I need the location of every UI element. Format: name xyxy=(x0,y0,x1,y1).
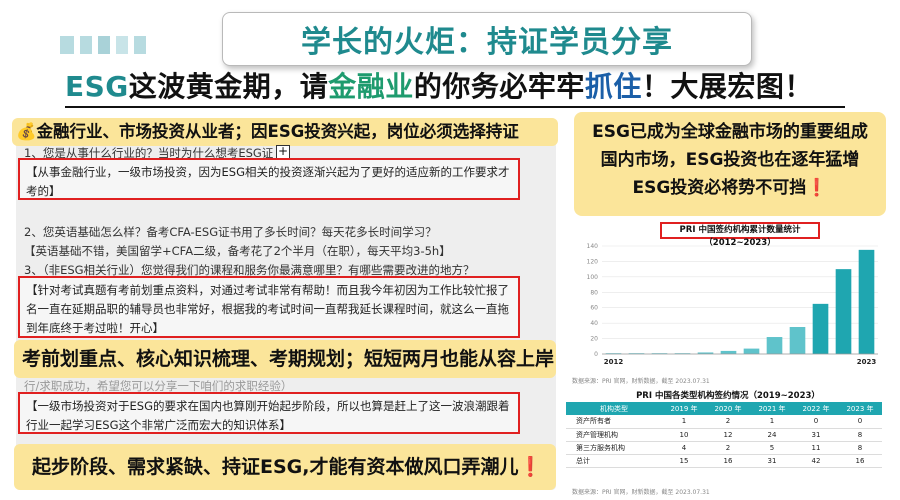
headline-part5: 抓住 xyxy=(584,70,642,103)
y-tick-label: 20 xyxy=(590,336,598,343)
x-tick-label: 2012 xyxy=(604,358,624,366)
info-line-2: 国内市场，ESG投资也在逐年猛增 xyxy=(600,150,860,170)
y-tick-label: 120 xyxy=(587,258,599,265)
table-row: 资产所有者 1 2 1 0 0 xyxy=(566,415,882,429)
table-cell: 资产管理机构 xyxy=(566,428,662,442)
table-row: 第三方服务机构 4 2 5 11 8 xyxy=(566,441,882,455)
table-header-cell: 2022 年 xyxy=(793,402,838,415)
table-cell: 1 xyxy=(749,415,794,429)
y-tick-label: 40 xyxy=(590,320,598,327)
table-cell: 4 xyxy=(661,441,706,455)
headline-part4: 的你务必牢牢 xyxy=(413,70,585,103)
page-title: 学长的火炬：持证学员分享 xyxy=(222,12,752,66)
table-cell: 31 xyxy=(793,428,838,442)
answer-4-highlight: 【一级市场投资对于ESG的要求在国内也算刚开始起步阶段，所以也算是赶上了这一波浪… xyxy=(18,392,520,434)
y-tick-label: 100 xyxy=(587,274,599,281)
decorative-bars xyxy=(60,36,146,54)
table-cell: 0 xyxy=(793,415,838,429)
headline-part1: ESG xyxy=(65,70,129,103)
table-cell: 11 xyxy=(793,441,838,455)
y-tick-label: 60 xyxy=(590,305,598,312)
table-cell: 8 xyxy=(837,428,882,442)
answer-2: 【英语基础不错，美国留学+CFA二级，备考花了2个半月（在职），每天平均3-5h… xyxy=(24,244,451,258)
table-cell: 2 xyxy=(705,441,750,455)
headline-part3: 金融业 xyxy=(328,70,414,103)
table-source: 数据来源：PRI 官网，财新数据，截至 2023.07.31 xyxy=(572,489,710,496)
answer-3-highlight: 【针对考试真题有考前划重点资料，对通过考试非常有帮助！而且我今年初因为工作比较忙… xyxy=(18,276,520,338)
answer-1-highlight: 【从事金融行业，一级市场投资，因为ESG相关的投资逐渐兴起为了更好的适应新的工作… xyxy=(18,158,520,200)
table-cell: 8 xyxy=(837,441,882,455)
table-cell: 2 xyxy=(705,415,750,429)
table-header-cell: 2019 年 xyxy=(661,402,706,415)
x-tick-label: 2023 xyxy=(857,358,877,366)
y-tick-label: 0 xyxy=(594,351,598,358)
chart-bar xyxy=(720,350,737,354)
table-title: PRI 中国各类型机构签约情况（2019~2023） xyxy=(636,391,820,401)
headline-part2: 这波黄金期，请 xyxy=(128,70,329,103)
table-cell: 16 xyxy=(705,454,750,468)
chart-source: 数据来源：PRI 官网，财新数据，截至 2023.07.31 xyxy=(572,378,710,385)
table-cell: 0 xyxy=(837,415,882,429)
table-header-row: 机构类型 2019 年 2020 年 2021 年 2022 年 2023 年 xyxy=(566,402,882,415)
banner-finance-industry: 💰金融行业、市场投资从业者；因ESG投资兴起，岗位必须选择持证 xyxy=(12,118,558,146)
chart-title: PRI 中国签约机构累计数量统计（2012~2023） xyxy=(660,222,820,248)
table-cell: 总计 xyxy=(566,454,662,468)
esg-info-box: ESG已成为全球金融市场的重要组成 国内市场，ESG投资也在逐年猛增 ESG投资… xyxy=(574,112,886,216)
table-header-cell: 机构类型 xyxy=(566,402,662,415)
chart-bar xyxy=(858,249,875,354)
plus-icon: + xyxy=(276,144,290,159)
chart-bar xyxy=(812,303,829,354)
table-cell: 资产所有者 xyxy=(566,415,662,429)
table-cell: 10 xyxy=(661,428,706,442)
info-line-3: ESG投资必将势不可挡❗ xyxy=(632,178,828,198)
y-tick-label: 80 xyxy=(590,289,598,296)
headline: ESG这波黄金期，请金融业的你务必牢牢抓住！大展宏图！ xyxy=(65,68,845,108)
y-tick-label: 140 xyxy=(587,243,599,250)
table-cell: 15 xyxy=(661,454,706,468)
table-header-cell: 2020 年 xyxy=(705,402,750,415)
table-row: 总计 15 16 31 42 16 xyxy=(566,454,882,468)
table-cell: 5 xyxy=(749,441,794,455)
table-header-cell: 2021 年 xyxy=(749,402,794,415)
table-row: 资产管理机构 10 12 24 31 8 xyxy=(566,428,882,442)
chart-bar xyxy=(743,348,760,354)
headline-part6: ！大展宏图！ xyxy=(641,70,813,103)
table-header-cell: 2023 年 xyxy=(837,402,882,415)
table-cell: 31 xyxy=(749,454,794,468)
table-cell: 16 xyxy=(837,454,882,468)
chart-bar xyxy=(766,337,783,354)
question-2: 2、您英语基础怎么样？备考CFA-ESG证书用了多长时间？每天花多长时间学习？ xyxy=(24,225,437,239)
table-cell: 42 xyxy=(793,454,838,468)
table-cell: 24 xyxy=(749,428,794,442)
banner-exam-prep: 考前划重点、核心知识梳理、考期规划；短短两月也能从容上岸❗ xyxy=(14,340,556,378)
table-cell: 1 xyxy=(661,415,706,429)
info-line-1: ESG已成为全球金融市场的重要组成 xyxy=(592,122,868,142)
chart-bar xyxy=(835,269,852,354)
chart-bar xyxy=(789,327,806,354)
banner-starting-stage: 起步阶段、需求紧缺、持证ESG,才能有资本做风口弄潮儿❗ xyxy=(14,444,556,490)
table-cell: 第三方服务机构 xyxy=(566,441,662,455)
table-cell: 12 xyxy=(705,428,750,442)
institution-type-table: 机构类型 2019 年 2020 年 2021 年 2022 年 2023 年 资产所有者… xyxy=(566,402,882,468)
